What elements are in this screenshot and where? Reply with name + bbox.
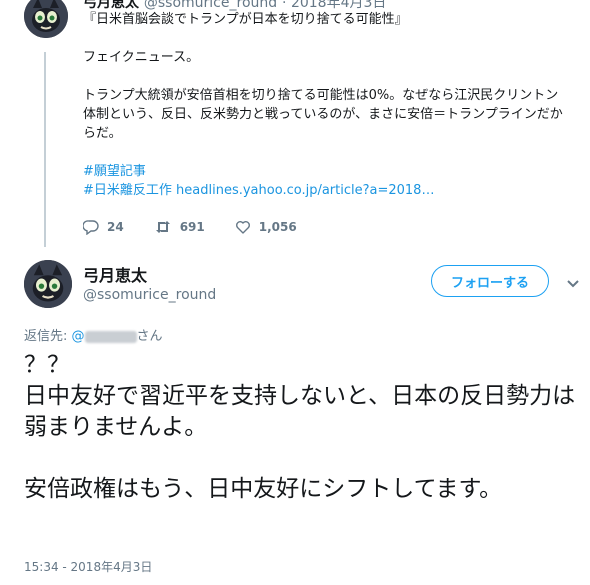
tweet-text-line3: 安倍政権はもう、日中友好にシフトしてます。 (24, 476, 503, 502)
previous-tweet-text: 『日米首脳会談でトランプが日本を切り捨てる可能性』 フェイクニュース。 トランプ… (83, 10, 563, 200)
author-name[interactable]: 弓月恵太 (83, 262, 147, 286)
previous-tweet-line1: フェイクニュース。 (83, 50, 200, 65)
hashtag-link-2[interactable]: #日米離反工作 (83, 183, 172, 198)
previous-tweet-actions: 24 691 1,056 (83, 219, 327, 235)
tweet-text: ？？ 日中友好で習近平を支持しないと、日本の反日勢力は弱まりませんよ。 安倍政権… (24, 350, 579, 505)
previous-tweet-line2: トランプ大統領が安倍首相を切り捨てる可能性は0%。なぜなら江沢民クリントン体制と… (83, 88, 563, 141)
tweet-timestamp[interactable]: 15:34 - 2018年4月3日 (24, 558, 152, 575)
author-handle[interactable]: @ssomurice_round (83, 287, 216, 303)
like-icon (235, 219, 251, 235)
tweet-text-line2: 日中友好で習近平を支持しないと、日本の反日勢力は弱まりませんよ。 (24, 383, 576, 440)
reply-to-line: 返信先: @ さん (24, 325, 163, 344)
reply-to-label: 返信先: (24, 329, 72, 344)
article-link[interactable]: headlines.yahoo.co.jp/article?a=2018… (176, 183, 434, 198)
retweet-icon (154, 219, 172, 235)
follow-button[interactable]: フォローする (431, 265, 549, 297)
reply-action[interactable]: 24 (83, 219, 124, 235)
reply-to-mention[interactable]: @ (72, 329, 137, 344)
hashtag-link[interactable]: #願望記事 (83, 164, 146, 179)
tweet-text-line1: ？？ (24, 352, 70, 378)
chevron-down-icon[interactable] (566, 274, 580, 293)
previous-tweet-quote-line: 『日米首脳会談でトランプが日本を切り捨てる可能性』 (83, 12, 408, 27)
thread-connector-line (44, 52, 46, 247)
like-count: 1,056 (258, 220, 297, 234)
avatar[interactable] (24, 260, 72, 308)
retweet-count: 691 (179, 220, 205, 234)
redacted-username (84, 330, 137, 343)
reply-to-suffix: さん (136, 329, 163, 344)
avatar[interactable] (24, 0, 68, 38)
reply-count: 24 (107, 220, 124, 234)
reply-icon (83, 219, 99, 235)
retweet-action[interactable]: 691 (154, 219, 205, 235)
like-action[interactable]: 1,056 (235, 219, 297, 235)
